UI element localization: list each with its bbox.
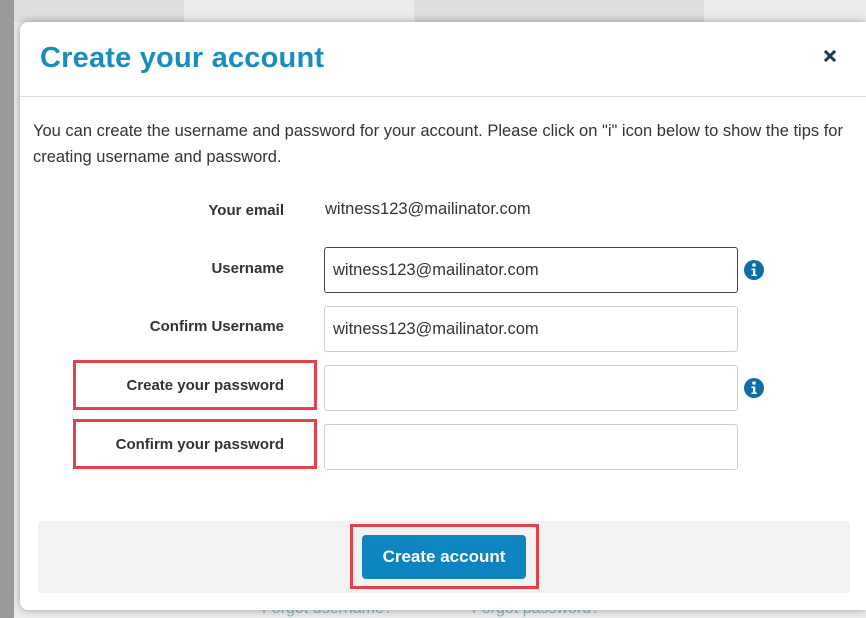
email-value: witness123@mailinator.com	[325, 200, 531, 218]
create-account-modal: Create your account You can create the u…	[20, 22, 866, 610]
email-label: Your email	[208, 202, 284, 219]
create-account-button[interactable]: Create account	[362, 535, 526, 579]
create-password-label: Create your password	[126, 377, 284, 394]
confirm-username-label: Confirm Username	[149, 318, 284, 335]
confirm-password-label: Confirm your password	[115, 436, 284, 453]
create-password-input[interactable]	[324, 365, 738, 411]
background-header-strip	[14, 0, 184, 22]
header-divider	[20, 96, 866, 97]
username-input[interactable]	[324, 247, 738, 293]
username-info-icon[interactable]	[743, 259, 765, 281]
confirm-username-input[interactable]	[324, 306, 738, 352]
close-icon[interactable]	[822, 48, 838, 64]
background-header-strip	[414, 0, 704, 22]
instructions-text: You can create the username and password…	[33, 122, 843, 166]
password-info-icon[interactable]	[743, 377, 765, 399]
username-label: Username	[211, 260, 284, 277]
modal-title: Create your account	[40, 42, 325, 74]
confirm-password-input[interactable]	[324, 424, 738, 470]
